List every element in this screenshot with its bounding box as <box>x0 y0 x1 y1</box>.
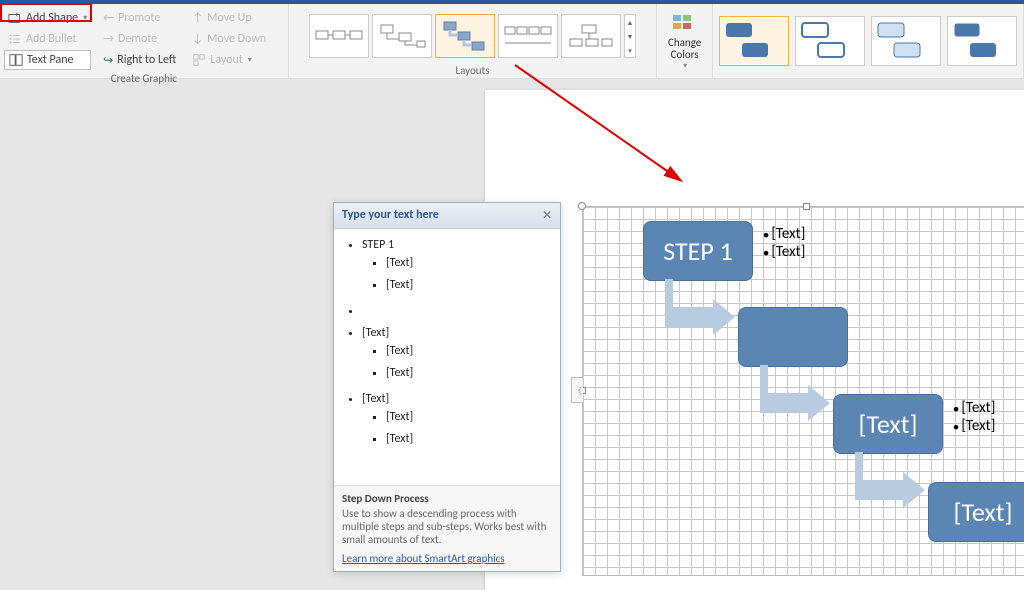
promote-button: ← Promote <box>99 8 180 28</box>
ribbon: Add Shape ▾ Add Bullet Text Pane ← Promo… <box>0 4 1024 79</box>
step-box-4-label: [Text] <box>954 496 1013 528</box>
step-box-3-label: [Text] <box>859 408 918 440</box>
list-item[interactable]: [Text] <box>362 392 389 406</box>
arrow-up-icon: ↑ <box>192 11 203 25</box>
add-shape-icon <box>8 11 22 25</box>
move-down-button: ↓ Move Down <box>188 29 270 49</box>
list-item[interactable]: [Text] <box>386 432 413 446</box>
layouts-label: Layouts <box>293 62 652 78</box>
add-shape-label: Add Shape <box>26 11 78 25</box>
list-item[interactable]: [Text] <box>386 410 413 424</box>
step-3-bullets[interactable]: [Text] [Text] <box>953 399 995 435</box>
create-graphic-label: Create Graphic <box>4 70 284 86</box>
move-up-button: ↑ Move Up <box>188 8 270 28</box>
move-up-label: Move Up <box>207 11 252 25</box>
demote-label: Demote <box>118 32 157 46</box>
text-pane-footer: Step Down Process Use to show a descendi… <box>334 486 560 571</box>
style-option-1-selected[interactable] <box>719 16 789 66</box>
change-colors-icon <box>671 11 699 37</box>
layout-button: Layout ▾ <box>188 50 270 70</box>
step-box-4[interactable]: [Text] <box>928 482 1024 542</box>
change-colors-button[interactable]: Change Colors ▾ <box>657 4 713 78</box>
text-pane-button[interactable]: Text Pane <box>4 50 91 70</box>
layout-name: Step Down Process <box>342 492 552 505</box>
bullet-item: [Text] <box>763 225 805 243</box>
text-pane-body[interactable]: STEP 1 [Text] [Text] [Text] [Text] [Text… <box>334 229 560 486</box>
chevron-down-icon: ▾ <box>683 61 687 71</box>
promote-label: Promote <box>118 11 160 25</box>
arrow-right-icon: → <box>103 32 114 46</box>
style-option-2[interactable] <box>795 16 865 66</box>
add-bullet-label: Add Bullet <box>26 32 77 46</box>
layout-icon <box>192 53 206 67</box>
arrow-connector-icon <box>855 452 935 512</box>
bullet-item: [Text] <box>763 243 805 261</box>
list-item[interactable]: [Text] <box>386 366 413 380</box>
layout-description: Use to show a descending process with mu… <box>342 507 552 546</box>
right-to-left-label: Right to Left <box>117 53 176 67</box>
layout-option-3-selected[interactable] <box>435 14 495 58</box>
list-item[interactable]: STEP 1 <box>362 238 394 252</box>
step-box-1[interactable]: STEP 1 <box>643 221 753 281</box>
add-bullet-icon <box>8 32 22 46</box>
add-bullet-button: Add Bullet <box>4 29 91 49</box>
bullet-item: [Text] <box>953 399 995 417</box>
style-option-3[interactable] <box>871 16 941 66</box>
rtl-icon: ↪ <box>103 53 113 68</box>
layout-option-2[interactable] <box>372 14 432 58</box>
arrow-connector-icon <box>665 279 745 339</box>
bullet-item: [Text] <box>953 417 995 435</box>
list-item[interactable]: [Text] <box>386 256 413 270</box>
text-pane-icon <box>9 53 23 67</box>
chevron-down-icon: ▾ <box>83 13 87 23</box>
layout-option-4[interactable] <box>498 14 558 58</box>
list-item[interactable]: [Text] <box>386 278 413 292</box>
add-shape-button[interactable]: Add Shape ▾ <box>4 8 91 28</box>
text-pane-label: Text Pane <box>27 53 74 67</box>
step-box-1-label: STEP 1 <box>663 235 733 267</box>
step-box-3[interactable]: [Text] <box>833 394 943 454</box>
style-option-4[interactable] <box>947 16 1017 66</box>
layout-option-5[interactable] <box>561 14 621 58</box>
list-item[interactable]: [Text] <box>386 344 413 358</box>
layouts-more-button[interactable]: ▲▼▾ <box>624 14 636 58</box>
arrow-left-icon: ← <box>103 11 114 25</box>
arrow-down-icon: ↓ <box>192 32 203 46</box>
close-icon[interactable]: ✕ <box>542 208 552 223</box>
learn-more-link[interactable]: Learn more about SmartArt graphics <box>342 552 505 565</box>
right-to-left-button[interactable]: ↪ Right to Left <box>99 50 180 70</box>
change-colors-label: Change Colors <box>668 37 701 61</box>
layout-option-1[interactable] <box>309 14 369 58</box>
text-pane-title: Type your text here <box>342 208 439 223</box>
step-box-2[interactable] <box>738 307 848 367</box>
move-down-label: Move Down <box>207 32 266 46</box>
chevron-down-icon: ▾ <box>248 55 252 65</box>
smartart-canvas[interactable]: 〈 STEP 1 [Text] [Text] [Text] [Text] [Te… <box>582 206 1024 576</box>
arrow-connector-icon <box>760 365 840 425</box>
layout-label: Layout <box>210 53 243 67</box>
step-1-bullets[interactable]: [Text] [Text] <box>763 225 805 261</box>
list-item[interactable]: [Text] <box>362 326 389 340</box>
demote-button: → Demote <box>99 29 180 49</box>
text-pane-panel: Type your text here ✕ STEP 1 [Text] [Tex… <box>333 202 561 572</box>
expand-text-pane-tab[interactable]: 〈 <box>571 377 583 403</box>
